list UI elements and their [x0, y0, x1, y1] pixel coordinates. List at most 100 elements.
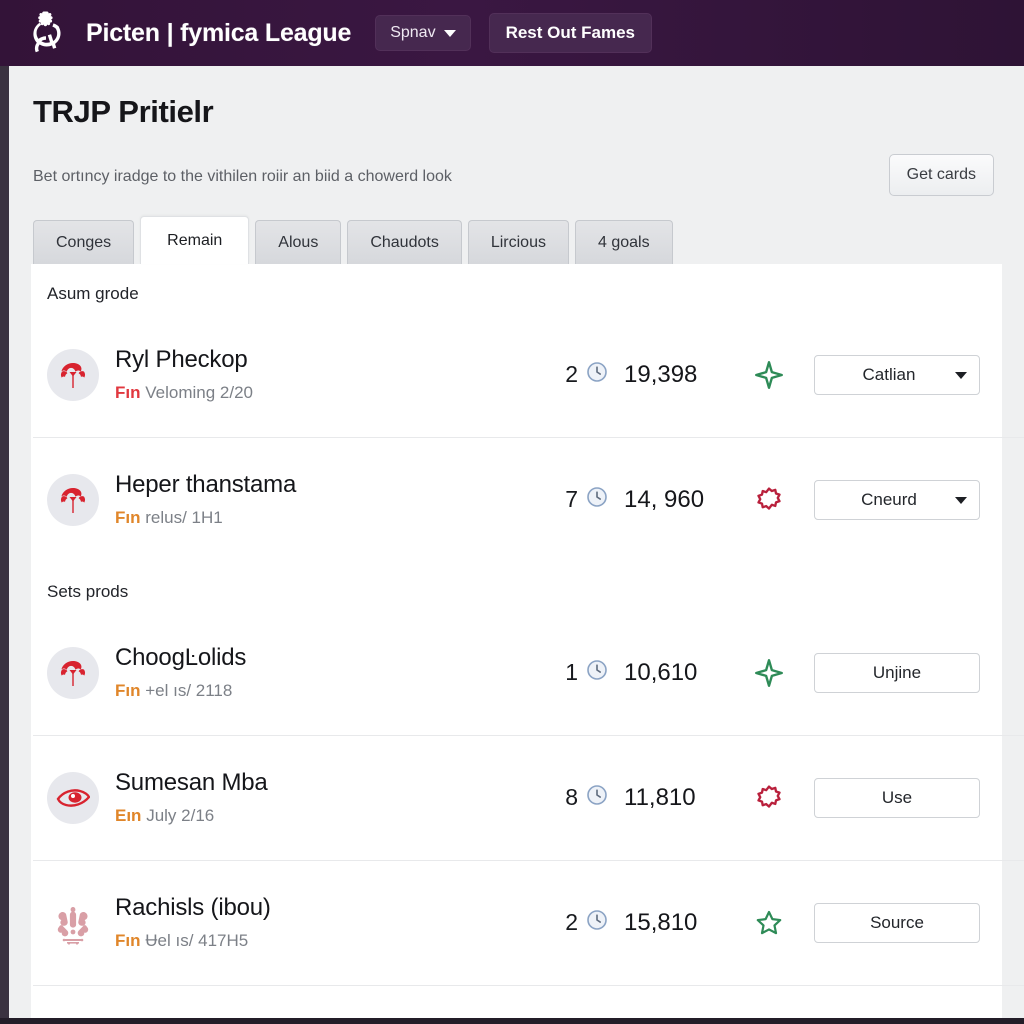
nav-menu-spnav[interactable]: Spnav	[375, 15, 471, 51]
nav-menu-label: Spnav	[390, 24, 436, 41]
count-value: 7	[565, 486, 578, 512]
meta-text: Veloming 2/20	[145, 383, 253, 402]
club-info: Sumesan Mba Eın July 2/16	[115, 769, 565, 826]
row-metrics: 7 14, 960 Cneurd	[565, 479, 980, 520]
row-action-label: Catlian	[862, 364, 916, 384]
points-value: 11,810	[624, 783, 696, 811]
row-metrics: 8 11,810 Use	[565, 777, 980, 818]
clock-icon	[587, 910, 607, 930]
club-info: Ryl Pheckop Fın Veloming 2/20	[115, 346, 565, 403]
status-badge[interactable]	[740, 658, 798, 688]
club-name: Sumesan Mba	[115, 769, 268, 796]
clock-icon[interactable]	[586, 784, 608, 811]
row-action-select[interactable]: Catlian	[814, 354, 980, 395]
tab-alous[interactable]: Alous	[255, 220, 342, 264]
row-action-label: Cneurd	[861, 489, 917, 509]
table-row[interactable]: ChoogĿolids Fın +el ıs/ 2118 1 10,610 Unjine	[31, 610, 1002, 735]
window-bottom-edge	[0, 1018, 1024, 1024]
clock-icon[interactable]	[586, 361, 608, 388]
club-badge	[47, 646, 99, 699]
tab-lircious[interactable]: Lircious	[467, 220, 569, 264]
clock-icon	[587, 362, 607, 382]
window-left-edge	[0, 66, 9, 1024]
star-four-point-icon	[755, 360, 783, 389]
table-row[interactable]: Heper thanstama Fın relus/ 1H1 7 14, 960 Cne…	[31, 437, 1024, 562]
tab-bar: Conges Remain Alous Chaudots Lircious 4 goals	[33, 216, 1024, 264]
tab-4-goals[interactable]: 4 goals	[574, 220, 673, 264]
points-value: 10,610	[624, 658, 698, 686]
top-navbar: Picten | fymica League Spnav Rest Out Fa…	[0, 0, 1024, 66]
club-info: ChoogĿolids Fın +el ıs/ 2118	[115, 644, 565, 701]
rest-out-fames-button[interactable]: Rest Out Fames	[488, 13, 653, 53]
star-outline-icon	[756, 910, 782, 934]
row-metrics: 1 10,610 Unjine	[565, 652, 980, 693]
club-info: Heper thanstama Fın relus/ 1H1	[115, 471, 565, 528]
row-metrics: 2 19,398 Catlian	[565, 354, 980, 395]
clock-icon	[587, 487, 607, 507]
club-name: Rachisls (ibou)	[115, 894, 271, 921]
club-meta: Eın July 2/16	[115, 806, 565, 826]
club-info: Rachisls (ibou) Fın Ʉel ıs/ 417H5	[115, 894, 565, 951]
row-action-button[interactable]: Source	[814, 902, 980, 943]
app-window: Picten | fymica League Spnav Rest Out Fa…	[0, 0, 1024, 1024]
row-action-button[interactable]: Use	[814, 777, 980, 818]
meta-text: relus/ 1H1	[145, 508, 223, 527]
row-action-select[interactable]: Cneurd	[814, 479, 980, 520]
club-meta: Fın relus/ 1H1	[115, 508, 565, 528]
status-badge[interactable]	[740, 909, 798, 937]
premier-league-lion-icon	[33, 11, 61, 53]
chevron-down-icon	[443, 29, 456, 37]
get-cards-button[interactable]: Get cards	[888, 154, 994, 196]
page-title: TRJP Pritielr	[33, 94, 214, 129]
club-name: Ryl Pheckop	[115, 346, 248, 373]
club-meta: Fın Veloming 2/20	[115, 383, 565, 403]
club-crest-icon	[60, 362, 86, 388]
club-coat-of-arms-icon	[57, 906, 89, 945]
meta-tag: Fın	[115, 681, 141, 700]
star-burst-icon	[757, 784, 781, 808]
star-four-point-icon	[755, 658, 783, 687]
section-label: Sets prods	[47, 582, 129, 601]
meta-tag: Fın	[115, 383, 141, 402]
club-badge	[47, 473, 99, 526]
club-name: Heper thanstama	[115, 471, 297, 498]
count-value: 1	[565, 659, 578, 685]
clock-icon	[587, 785, 607, 805]
chevron-down-icon	[955, 371, 967, 379]
star-burst-icon	[757, 486, 781, 510]
clock-icon[interactable]	[586, 486, 608, 513]
club-badge	[47, 771, 99, 824]
club-meta: Fın +el ıs/ 2118	[115, 681, 565, 701]
points-value: 19,398	[624, 360, 698, 388]
row-action-button[interactable]: Unjine	[814, 652, 980, 693]
row-action-label: Unjine	[872, 662, 922, 682]
table-row[interactable]: Sumesan Mba Eın July 2/16 8 11,810 Use	[31, 735, 1024, 860]
row-action-label: Use	[881, 787, 913, 807]
table-row[interactable]: Rachisls (ibou) Fın Ʉel ıs/ 417H5 2 15,810 S…	[31, 860, 1024, 985]
clock-icon[interactable]	[586, 909, 608, 936]
row-action-label: Source	[870, 912, 924, 932]
fixtures-list-card: Asum grode Ryl Pheckop Fın Veloming 2/20 2 1…	[31, 264, 1024, 1024]
status-badge[interactable]	[740, 784, 798, 812]
club-badge	[47, 897, 99, 949]
clock-icon	[587, 660, 607, 680]
meta-tag: Fın	[115, 931, 141, 950]
clock-icon[interactable]	[586, 659, 608, 686]
tab-chaudots[interactable]: Chaudots	[347, 220, 462, 264]
status-badge[interactable]	[740, 360, 798, 390]
page-header: TRJP Pritielr Bet ortıncy iradge to the …	[9, 66, 1024, 196]
section-label: Asum grode	[47, 284, 139, 303]
table-row[interactable]: Ryl Pheckop Fın Veloming 2/20 2 19,398 Catli…	[31, 312, 1002, 437]
club-crest-icon	[60, 660, 86, 686]
meta-text: +el ıs/ 2118	[145, 681, 233, 700]
status-badge[interactable]	[740, 486, 798, 514]
count-value: 2	[565, 361, 578, 387]
row-metrics: 2 15,810 Source	[565, 902, 980, 943]
tab-remain[interactable]: Remain	[140, 216, 250, 264]
club-badge	[47, 348, 99, 401]
meta-text: Ʉel ıs/ 417H5	[145, 931, 249, 950]
meta-text: July 2/16	[146, 806, 215, 825]
club-eye-icon	[56, 788, 90, 807]
tab-conges[interactable]: Conges	[33, 220, 135, 264]
chevron-down-icon	[955, 496, 967, 504]
